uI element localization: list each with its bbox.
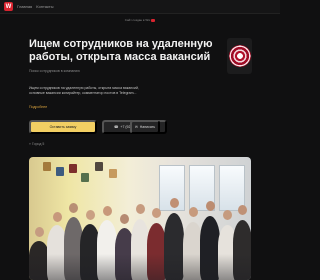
location-text: Город 5 bbox=[31, 142, 45, 146]
person-head bbox=[136, 204, 145, 214]
person-head bbox=[152, 208, 161, 218]
person-head bbox=[223, 210, 232, 220]
site-badge-icon bbox=[151, 18, 156, 22]
team-photo bbox=[29, 157, 251, 280]
photo-floor-shadow bbox=[29, 254, 251, 280]
person-head bbox=[206, 201, 215, 211]
person-head bbox=[53, 212, 62, 222]
top-navigation-bar: W Главная Контакты bbox=[0, 0, 280, 14]
wall-art bbox=[109, 169, 117, 178]
site-caption: Сайт создан в Wix bbox=[0, 18, 280, 22]
person-head bbox=[170, 198, 179, 208]
person-head bbox=[86, 210, 95, 220]
wall-art bbox=[56, 167, 64, 176]
nav-home-link[interactable]: Главная bbox=[17, 4, 32, 9]
site-caption-text: Сайт создан в Wix bbox=[124, 18, 151, 22]
page-title: Ищем сотрудников на удаленную работы, от… bbox=[29, 38, 213, 63]
read-more-link[interactable]: Подробнее bbox=[29, 105, 47, 109]
message-button-label: Написать bbox=[139, 125, 156, 129]
person-head bbox=[35, 227, 44, 237]
location-row: ⌖ Город 5 bbox=[29, 142, 44, 146]
message-icon: ✉ bbox=[134, 125, 138, 129]
person-head bbox=[69, 203, 78, 213]
person-head bbox=[189, 207, 198, 217]
page-subtitle: Поиск сотрудников в компанию bbox=[29, 69, 80, 73]
apply-button-label: Оставить заявку bbox=[49, 125, 77, 129]
apply-button[interactable]: Оставить заявку bbox=[29, 120, 97, 134]
person-head bbox=[120, 214, 129, 224]
location-pin-icon: ⌖ bbox=[29, 142, 31, 146]
brand-logo[interactable]: W bbox=[4, 2, 13, 11]
nav-contacts-link[interactable]: Контакты bbox=[36, 4, 53, 9]
phone-icon: ☎ bbox=[114, 125, 119, 129]
message-button[interactable]: ✉ Написать bbox=[130, 120, 160, 134]
company-avatar bbox=[227, 38, 252, 74]
company-logo-icon bbox=[228, 45, 251, 67]
wall-art bbox=[43, 162, 51, 171]
person-head bbox=[238, 205, 247, 215]
wall-art bbox=[95, 162, 103, 171]
page-description: Ищем сотрудников на удаленную работы, от… bbox=[29, 86, 139, 95]
person-head bbox=[103, 206, 112, 216]
wall-art bbox=[69, 164, 77, 173]
wall-art bbox=[81, 173, 89, 182]
